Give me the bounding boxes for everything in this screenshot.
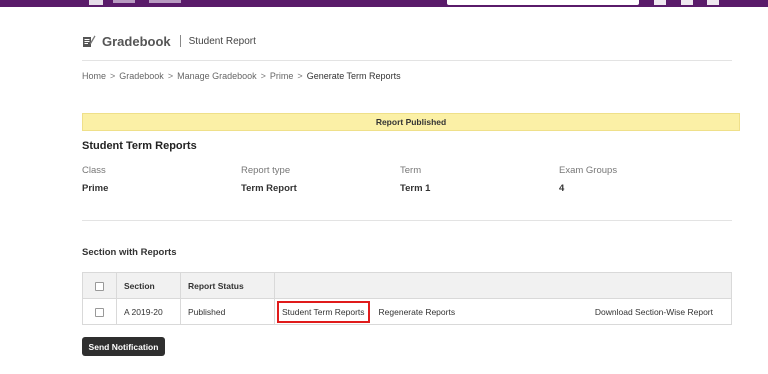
class-label: Class: [82, 165, 106, 176]
table-header-row: Section Report Status: [82, 272, 732, 299]
exam-groups-value: 4: [559, 183, 565, 194]
page-subtitle: Student Report: [188, 35, 256, 47]
gradebook-icon: [83, 35, 96, 47]
send-notification-button[interactable]: Send Notification: [82, 337, 165, 356]
term-value: Term 1: [400, 183, 431, 194]
title-divider: [179, 35, 181, 47]
breadcrumb-gradebook[interactable]: Gradebook: [119, 71, 164, 81]
breadcrumb-home[interactable]: Home: [82, 71, 106, 81]
report-title: Student Term Reports: [82, 140, 197, 152]
row-select-cell: [82, 298, 117, 325]
breadcrumb-separator: >: [260, 71, 266, 81]
status-banner: Report Published: [82, 113, 740, 131]
breadcrumb-separator: >: [297, 71, 303, 81]
divider: [82, 220, 732, 221]
sections-table: Section Report Status A 2019-20 Publishe…: [82, 272, 732, 325]
report-type-value: Term Report: [241, 183, 297, 194]
actions-cell: Student Term Reports Regenerate Reports …: [274, 298, 732, 325]
breadcrumb: Home > Gradebook > Manage Gradebook > Pr…: [82, 71, 401, 81]
class-value: Prime: [82, 183, 109, 194]
notification-icon[interactable]: [654, 0, 666, 5]
breadcrumb-current: Generate Term Reports: [306, 71, 401, 81]
select-all-cell: [82, 272, 117, 299]
profile-icon[interactable]: [707, 0, 719, 5]
row-checkbox[interactable]: [95, 307, 104, 317]
breadcrumb-separator: >: [167, 71, 174, 81]
page-title: Gradebook: [102, 33, 171, 49]
section-cell: A 2019-20: [116, 298, 181, 325]
top-navigation-bar: [0, 0, 768, 7]
breadcrumb-separator: >: [110, 71, 116, 81]
download-section-wise-report-link[interactable]: Download Section-Wise Report: [595, 307, 713, 317]
settings-icon[interactable]: [681, 0, 693, 5]
nav-item-partial[interactable]: [149, 0, 181, 3]
divider: [82, 60, 732, 61]
select-all-checkbox[interactable]: [95, 281, 104, 291]
breadcrumb-manage-gradebook[interactable]: Manage Gradebook: [177, 71, 257, 81]
term-label: Term: [400, 165, 422, 176]
table-row: A 2019-20 Published Student Term Reports…: [82, 298, 732, 325]
page-header: Gradebook Student Report: [82, 33, 256, 49]
column-header-section: Section: [116, 272, 181, 299]
global-search-input[interactable]: [447, 0, 639, 5]
status-cell: Published: [180, 298, 275, 325]
column-header-actions: [274, 272, 732, 299]
nav-item-partial[interactable]: [113, 0, 135, 3]
app-logo[interactable]: [89, 0, 103, 5]
sections-title: Section with Reports: [82, 247, 177, 258]
breadcrumb-prime[interactable]: Prime: [270, 71, 294, 81]
exam-groups-label: Exam Groups: [559, 165, 618, 176]
regenerate-reports-link[interactable]: Regenerate Reports: [379, 307, 456, 317]
report-type-label: Report type: [241, 165, 291, 176]
student-term-reports-link[interactable]: Student Term Reports: [277, 300, 370, 323]
column-header-report-status: Report Status: [180, 272, 275, 299]
